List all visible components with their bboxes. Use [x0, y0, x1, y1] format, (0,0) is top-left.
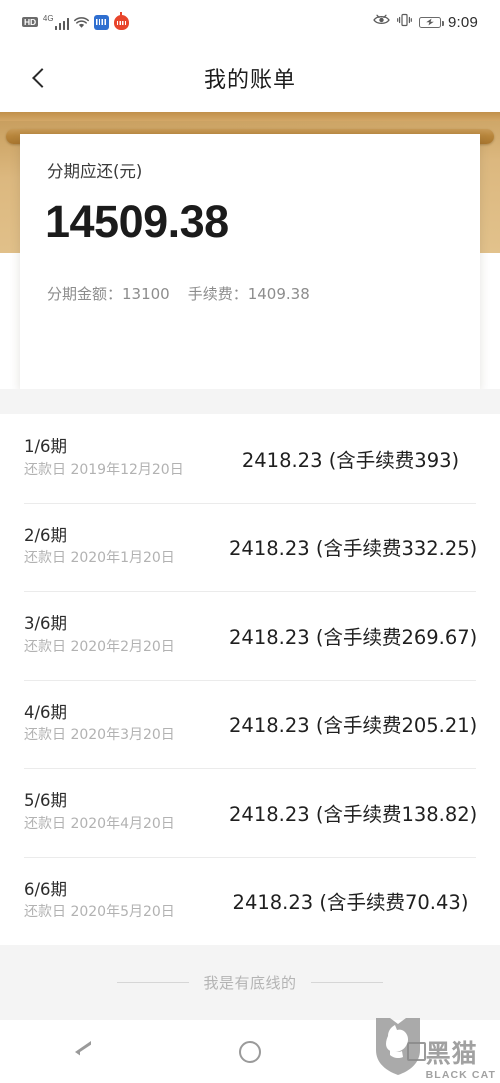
status-bar-right: 9:09 [373, 13, 478, 32]
section-gap [0, 389, 500, 414]
installment-term: 1/6期 [24, 437, 68, 457]
battery-charging-icon [419, 16, 444, 28]
vibrate-icon [397, 13, 412, 32]
eye-icon [373, 13, 390, 31]
status-bar: HD 4G 9:09 [0, 0, 500, 44]
app-blue-icon [94, 14, 110, 30]
signal-strength-bars [54, 17, 70, 30]
nav-home-button[interactable] [205, 1020, 295, 1083]
table-row[interactable]: 5/6期 还款日 2020年4月20日 2418.23 (含手续费138.82) [0, 768, 500, 857]
footer-divider-right [310, 982, 383, 983]
installment-info: 5/6期还款日 2020年4月20日 [24, 791, 229, 833]
hd-icon: HD [22, 16, 38, 28]
status-bar-left: HD 4G [22, 11, 130, 30]
fee-label: 手续费：1409.38 [187, 285, 310, 303]
network-type-label: 4G [42, 13, 54, 23]
installment-info: 2/6期还款日 2020年1月20日 [24, 526, 229, 568]
installment-info: 3/6期还款日 2020年2月20日 [24, 614, 229, 656]
back-button[interactable] [18, 44, 66, 112]
phone-screen: HD 4G 9:09 我的账单 分期应还(元) 14509.38 分期金额：13… [0, 0, 500, 1083]
installment-due-date: 还款日 2020年2月20日 [24, 638, 175, 655]
nav-recents-button[interactable] [372, 1020, 462, 1083]
installment-amount: 2418.23 (含手续费70.43) [232, 891, 469, 915]
installment-term: 3/6期 [24, 614, 68, 634]
system-navigation-bar [0, 1020, 500, 1083]
installment-amount: 2418.23 (含手续费269.67) [229, 625, 478, 649]
table-row[interactable]: 4/6期 还款日 2020年3月20日 2418.23 (含手续费205.21) [0, 679, 500, 768]
list-end-footer: 我是有底线的 [0, 945, 500, 1020]
app-red-icon [114, 11, 130, 30]
installment-term: 5/6期 [24, 791, 68, 811]
recents-square-icon [407, 1042, 427, 1061]
back-triangle-icon [75, 1040, 93, 1077]
home-circle-icon [238, 1040, 261, 1063]
installment-term: 2/6期 [24, 525, 68, 545]
table-row[interactable]: 3/6期 还款日 2020年2月20日 2418.23 (含手续费269.67) [0, 591, 500, 680]
footer-end-text: 我是有底线的 [203, 974, 297, 992]
installment-info: 1/6期还款日 2019年12月20日 [24, 437, 229, 479]
signal-bars-icon: 4G [42, 13, 70, 30]
principal-label: 分期金额：13100 [47, 285, 170, 303]
installment-info: 6/6期还款日 2020年5月20日 [24, 880, 229, 922]
page-title: 我的账单 [203, 68, 296, 93]
installment-term: 4/6期 [24, 702, 68, 722]
footer-divider-left [117, 982, 190, 983]
installment-amount: 2418.23 (含手续费393) [241, 448, 460, 472]
chevron-left-icon [32, 68, 52, 88]
installment-amount: 2418.23 (含手续费332.25) [229, 537, 478, 561]
installment-term: 6/6期 [24, 879, 68, 899]
installment-due-date: 还款日 2020年3月20日 [24, 727, 175, 744]
installment-info: 4/6期还款日 2020年3月20日 [24, 703, 229, 745]
summary-label: 分期应还(元) [47, 162, 143, 181]
table-row[interactable]: 6/6期 还款日 2020年5月20日 2418.23 (含手续费70.43) [0, 856, 500, 945]
clock-label: 9:09 [448, 13, 478, 31]
table-row[interactable]: 2/6期 还款日 2020年1月20日 2418.23 (含手续费332.25) [0, 502, 500, 591]
summary-amount: 14509.38 [45, 196, 229, 247]
installment-list: 1/6期还款日 2019年12月20日 2418.23 (含手续费393) 2/6期… [0, 414, 500, 945]
installment-amount: 2418.23 (含手续费138.82) [229, 802, 478, 826]
installment-due-date: 还款日 2019年12月20日 [24, 461, 184, 478]
installment-due-date: 还款日 2020年4月20日 [24, 815, 175, 832]
installment-amount: 2418.23 (含手续费205.21) [229, 714, 478, 738]
wifi-icon [74, 16, 90, 28]
summary-meta: 分期金额：13100 手续费：1409.38 [47, 283, 310, 304]
title-bar: 我的账单 [0, 44, 500, 112]
installment-due-date: 还款日 2020年1月20日 [24, 550, 175, 567]
nav-back-button[interactable] [38, 1020, 128, 1083]
installment-due-date: 还款日 2020年5月20日 [24, 904, 175, 921]
table-row[interactable]: 1/6期还款日 2019年12月20日 2418.23 (含手续费393) [0, 414, 500, 503]
